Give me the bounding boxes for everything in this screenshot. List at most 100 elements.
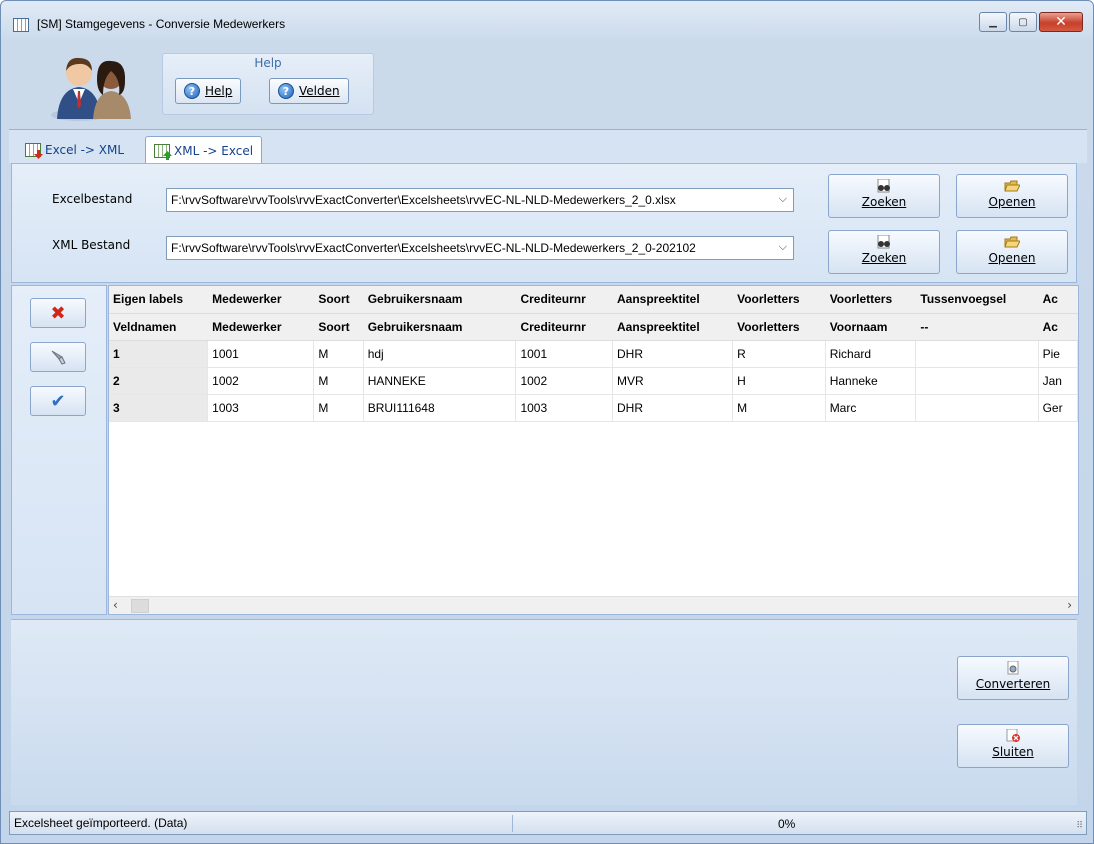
table-cell[interactable]: Hanneke [825, 367, 917, 395]
table-cell[interactable]: M [313, 394, 364, 422]
table-cell[interactable]: DHR [612, 340, 734, 368]
binoculars-icon [877, 179, 890, 193]
delete-button[interactable]: ✖ [30, 298, 86, 328]
tab-label: XML -> Excel [174, 143, 254, 158]
table-cell[interactable]: 2 [109, 367, 209, 395]
data-table: Eigen labels Medewerker Soort Gebruikers… [109, 286, 1078, 422]
excel-export-icon [25, 143, 43, 159]
table-cell[interactable]: Jan [1038, 367, 1078, 395]
tab-excel-to-xml[interactable]: Excel -> XML [17, 136, 132, 164]
header-cell: Tussenvoegsel [915, 286, 1039, 314]
close-window-button[interactable]: ✕ [1039, 12, 1083, 32]
table-row[interactable]: 2 1002 M HANNEKE 1002 MVR H Hanneke Jan [109, 367, 1078, 395]
window-title: [SM] Stamgegevens - Conversie Medewerker… [37, 17, 286, 31]
header-cell: Aanspreektitel [612, 286, 734, 314]
label-header-row: Eigen labels Medewerker Soort Gebruikers… [109, 286, 1078, 314]
data-grid[interactable]: Eigen labels Medewerker Soort Gebruikers… [108, 285, 1079, 615]
fields-button-label: Velden [299, 84, 340, 98]
maximize-button[interactable]: ▢ [1009, 12, 1037, 32]
header-cell: Crediteurnr [515, 286, 613, 314]
xml-file-combo[interactable]: F:\rvvSoftware\rvvTools\rvvExactConverte… [166, 236, 794, 260]
table-cell[interactable] [915, 394, 1039, 422]
table-cell[interactable]: BRUI111648 [363, 394, 517, 422]
header-cell: Soort [313, 286, 364, 314]
scroll-right-icon[interactable]: › [1067, 598, 1072, 612]
table-cell[interactable]: 1003 [515, 394, 613, 422]
tab-strip: Excel -> XML XML -> Excel [9, 129, 1087, 164]
table-cell[interactable]: Pie [1038, 340, 1078, 368]
table-cell[interactable]: M [313, 340, 364, 368]
confirm-button[interactable]: ✔ [30, 386, 86, 416]
table-row[interactable]: 3 1003 M BRUI111648 1003 DHR M Marc Ger [109, 394, 1078, 422]
header-cell: Crediteurnr [515, 313, 613, 341]
header-cell: Voorletters [825, 286, 917, 314]
fields-button[interactable]: ? Velden [269, 78, 349, 104]
table-cell[interactable]: 1002 [515, 367, 613, 395]
excel-search-button[interactable]: Zoeken [828, 174, 940, 218]
table-cell[interactable]: DHR [612, 394, 734, 422]
header-cell: Eigen labels [109, 286, 209, 314]
header-cell: Aanspreektitel [612, 313, 734, 341]
table-cell[interactable] [915, 367, 1039, 395]
table-row[interactable]: 1 1001 M hdj 1001 DHR R Richard Pie [109, 340, 1078, 368]
table-cell[interactable]: 1001 [515, 340, 613, 368]
header-cell: Veldnamen [109, 313, 209, 341]
table-cell[interactable]: hdj [363, 340, 517, 368]
xml-open-button[interactable]: Openen [956, 230, 1068, 274]
folder-open-icon [1004, 236, 1020, 248]
employees-avatar-icon [51, 57, 131, 121]
excel-file-value: F:\rvvSoftware\rvvTools\rvvExactConverte… [171, 193, 676, 207]
minimize-button[interactable]: ▁ [979, 12, 1007, 32]
table-cell[interactable]: 1002 [207, 367, 315, 395]
table-cell[interactable]: 1 [109, 340, 209, 368]
xml-search-button[interactable]: Zoeken [828, 230, 940, 274]
binoculars-icon [877, 235, 890, 249]
progress-percentage: 0% [778, 817, 796, 831]
help-button[interactable]: ? Help [175, 78, 242, 104]
open-button-label: Openen [988, 251, 1036, 265]
title-bar: [SM] Stamgegevens - Conversie Medewerker… [1, 1, 1093, 43]
table-cell[interactable]: 1003 [207, 394, 315, 422]
fieldname-header-row: Veldnamen Medewerker Soort Gebruikersnaa… [109, 313, 1078, 341]
header-cell: Ac [1038, 286, 1078, 314]
table-cell[interactable]: Ger [1038, 394, 1078, 422]
scroll-left-icon[interactable]: ‹ [113, 598, 118, 612]
actions-panel: Converteren Sluiten [11, 619, 1077, 805]
table-cell[interactable] [915, 340, 1039, 368]
horizontal-scrollbar[interactable]: ‹ › [109, 596, 1078, 614]
resize-grip-icon[interactable]: ⠿ [1076, 821, 1083, 831]
table-cell[interactable]: MVR [612, 367, 734, 395]
tab-xml-to-excel[interactable]: XML -> Excel [145, 136, 263, 164]
table-cell[interactable]: M [313, 367, 364, 395]
table-cell[interactable]: M [732, 394, 826, 422]
clear-button[interactable] [30, 342, 86, 372]
header-cell: Medewerker [207, 286, 315, 314]
table-cell[interactable]: R [732, 340, 826, 368]
close-button[interactable]: Sluiten [957, 724, 1069, 768]
file-selection-panel: Excelbestand F:\rvvSoftware\rvvTools\rvv… [11, 163, 1077, 283]
table-cell[interactable]: H [732, 367, 826, 395]
scroll-thumb[interactable] [131, 599, 149, 613]
convert-button[interactable]: Converteren [957, 656, 1069, 700]
table-cell[interactable]: HANNEKE [363, 367, 517, 395]
status-bar: Excelsheet geïmporteerd. (Data) 0% ⠿ [9, 811, 1087, 835]
chevron-down-icon[interactable]: ⌵ [779, 241, 787, 254]
header-cell: Gebruikersnaam [363, 313, 517, 341]
header-cell: Soort [313, 313, 364, 341]
question-icon: ? [278, 83, 294, 99]
header-cell: Voorletters [732, 286, 826, 314]
excel-open-button[interactable]: Openen [956, 174, 1068, 218]
help-group-title: Help [254, 56, 282, 70]
header-cell: Medewerker [207, 313, 315, 341]
header-cell: Gebruikersnaam [363, 286, 517, 314]
convert-button-label: Converteren [975, 677, 1051, 691]
table-cell[interactable]: 3 [109, 394, 209, 422]
excel-file-combo[interactable]: F:\rvvSoftware\rvvTools\rvvExactConverte… [166, 188, 794, 212]
chevron-down-icon[interactable]: ⌵ [779, 193, 787, 206]
grid-action-panel: ✖ ✔ [11, 285, 107, 615]
search-button-label: Zoeken [861, 251, 907, 265]
table-cell[interactable]: 1001 [207, 340, 315, 368]
table-cell[interactable]: Marc [825, 394, 917, 422]
table-cell[interactable]: Richard [825, 340, 917, 368]
question-icon: ? [184, 83, 200, 99]
